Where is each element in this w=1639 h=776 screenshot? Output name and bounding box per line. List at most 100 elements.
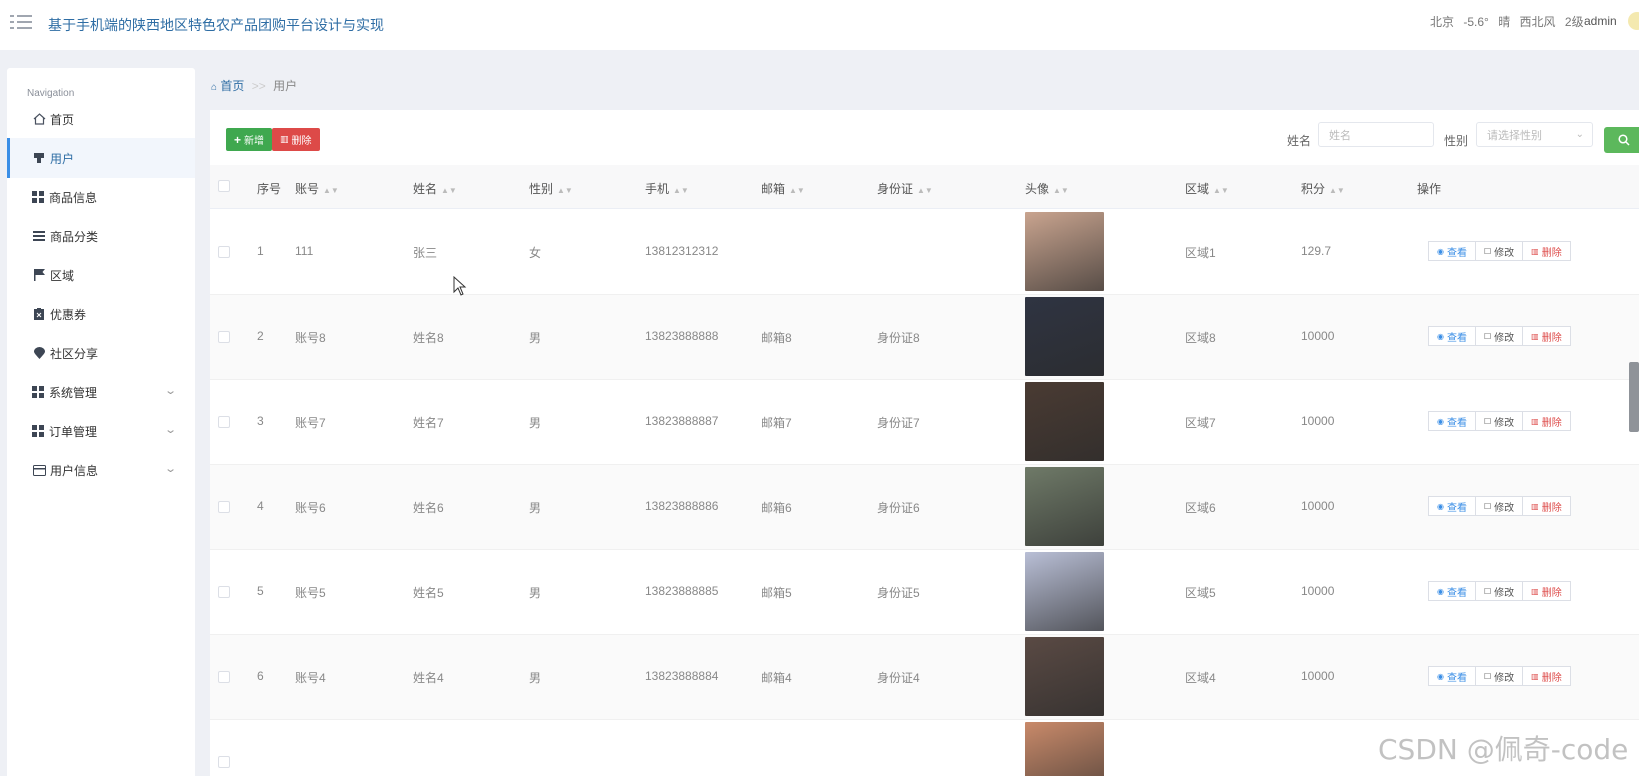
- select-all-checkbox[interactable]: [218, 180, 230, 192]
- column-header-id-card[interactable]: 身份证 ▲▼: [877, 180, 933, 197]
- sidebar-item-product-info[interactable]: 商品信息: [7, 177, 195, 217]
- row-checkbox[interactable]: [218, 501, 230, 513]
- row-checkbox[interactable]: [218, 586, 230, 598]
- edit-button[interactable]: ☐ 修改: [1474, 241, 1524, 261]
- edit-button-label: 修改: [1494, 417, 1515, 429]
- delete-button[interactable]: ▥ 删除: [272, 128, 320, 151]
- edit-button-label: 修改: [1494, 587, 1515, 599]
- cell-phone: 13823888888: [645, 329, 719, 343]
- row-checkbox[interactable]: [218, 331, 230, 343]
- column-header-actions: 操作: [1417, 182, 1442, 196]
- sidebar-item-community[interactable]: 社区分享: [7, 333, 195, 373]
- view-button-label: 查看: [1446, 587, 1467, 599]
- top-bar: 基于手机端的陕西地区特色农产品团购平台设计与实现 北京 -5.6° 晴 西北风 …: [0, 0, 1639, 50]
- view-button[interactable]: ◉ 查看: [1428, 241, 1476, 261]
- row-checkbox[interactable]: [218, 756, 230, 768]
- sidebar-item-label: 商品分类: [50, 229, 99, 244]
- chevron-down-icon: ⌄: [163, 424, 177, 436]
- edit-button[interactable]: ☐ 修改: [1474, 496, 1524, 516]
- user-avatar[interactable]: [1628, 12, 1639, 30]
- view-button[interactable]: ◉ 查看: [1428, 666, 1476, 686]
- cell-id-card: 身份证4: [877, 671, 920, 685]
- view-button[interactable]: ◉ 查看: [1428, 326, 1476, 346]
- edit-button[interactable]: ☐ 修改: [1474, 411, 1524, 431]
- column-header-name[interactable]: 姓名 ▲▼: [413, 180, 457, 197]
- column-header-account[interactable]: 账号 ▲▼: [295, 180, 339, 197]
- view-button[interactable]: ◉ 查看: [1428, 411, 1476, 431]
- edit-button[interactable]: ☐ 修改: [1474, 326, 1524, 346]
- column-header-region[interactable]: 区域 ▲▼: [1185, 180, 1229, 197]
- column-header-points[interactable]: 积分 ▲▼: [1301, 180, 1345, 197]
- sidebar-item-region[interactable]: 区域: [7, 255, 195, 295]
- sort-icon: ▲▼: [1329, 186, 1345, 195]
- avatar-image: [1025, 212, 1104, 291]
- scrollbar-thumb[interactable]: [1629, 362, 1639, 432]
- eye-icon: ◉: [1437, 671, 1444, 681]
- edit-icon: ☐: [1483, 501, 1492, 511]
- edit-button[interactable]: ☐ 修改: [1474, 666, 1524, 686]
- cell-region: 区域6: [1185, 501, 1216, 515]
- cell-account: 账号6: [295, 501, 326, 515]
- sidebar-item-product-category[interactable]: 商品分类: [7, 216, 195, 256]
- eye-icon: ◉: [1437, 331, 1444, 341]
- view-button-label: 查看: [1446, 247, 1467, 259]
- sort-icon: ▲▼: [323, 186, 339, 195]
- name-search-input[interactable]: 姓名: [1318, 122, 1434, 147]
- sidebar-item-label: 商品信息: [49, 190, 98, 205]
- breadcrumb-current: 用户: [273, 79, 298, 93]
- row-delete-button[interactable]: ▥ 删除: [1522, 666, 1571, 686]
- row-delete-button-label: 删除: [1541, 587, 1562, 599]
- grid-icon: [32, 425, 44, 437]
- cell-region: 区域7: [1185, 416, 1216, 430]
- row-delete-button[interactable]: ▥ 删除: [1522, 581, 1571, 601]
- trash-icon: ▥: [1531, 416, 1539, 426]
- view-button[interactable]: ◉ 查看: [1428, 496, 1476, 516]
- menu-toggle-icon[interactable]: [10, 13, 32, 31]
- view-button-label: 查看: [1446, 417, 1467, 429]
- add-button[interactable]: + 新增: [226, 128, 272, 151]
- weather-condition: 晴: [1498, 15, 1511, 29]
- edit-button[interactable]: ☐ 修改: [1474, 581, 1524, 601]
- column-header-email[interactable]: 邮箱 ▲▼: [761, 180, 805, 197]
- user-name[interactable]: admin: [1584, 14, 1617, 28]
- row-checkbox[interactable]: [218, 246, 230, 258]
- cell-points: 129.7: [1301, 244, 1332, 258]
- sidebar-item-user-info[interactable]: 用户信息 ⌄: [7, 450, 195, 490]
- breadcrumb-home[interactable]: ⌂ 首页: [211, 79, 248, 93]
- table-header: 序号 账号 ▲▼ 姓名 ▲▼ 性别 ▲▼ 手机 ▲▼ 邮箱 ▲▼ 身份证 ▲▼ 头像 ▲▼ 区…: [210, 165, 1639, 209]
- gender-select[interactable]: 请选择性别 ⌄: [1476, 122, 1593, 147]
- row-delete-button[interactable]: ▥ 删除: [1522, 496, 1571, 516]
- sidebar-item-orders[interactable]: 订单管理 ⌄: [7, 411, 195, 451]
- row-checkbox[interactable]: [218, 671, 230, 683]
- cell-phone: 13812312312: [645, 244, 719, 258]
- cell-account: 账号7: [295, 416, 326, 430]
- user-icon: [32, 151, 46, 165]
- sidebar-item-users[interactable]: 用户: [7, 138, 195, 178]
- search-button[interactable]: [1604, 127, 1639, 153]
- sidebar-item-system[interactable]: 系统管理 ⌄: [7, 372, 195, 412]
- sidebar-item-home[interactable]: 首页: [7, 99, 195, 139]
- column-header-avatar[interactable]: 头像 ▲▼: [1025, 180, 1069, 197]
- cell-id-card: 身份证7: [877, 416, 920, 430]
- row-checkbox[interactable]: [218, 416, 230, 428]
- sidebar-item-coupon[interactable]: 优惠券: [7, 294, 195, 334]
- row-delete-button[interactable]: ▥ 删除: [1522, 326, 1571, 346]
- eye-icon: ◉: [1437, 246, 1444, 256]
- cell-gender: 男: [529, 586, 542, 600]
- table-row: 5 账号5 姓名5 男 13823888885 邮箱5 身份证5 区域5 10000 ◉ 查看 ☐ 修改…: [210, 550, 1639, 635]
- row-delete-button-label: 删除: [1541, 502, 1562, 514]
- view-button[interactable]: ◉ 查看: [1428, 581, 1476, 601]
- edit-button-label: 修改: [1494, 332, 1515, 344]
- edit-icon: ☐: [1483, 416, 1492, 426]
- column-header-phone[interactable]: 手机 ▲▼: [645, 180, 689, 197]
- sidebar-item-label: 社区分享: [50, 346, 99, 361]
- cell-gender: 男: [529, 671, 542, 685]
- chevron-down-icon: ⌄: [163, 463, 177, 475]
- plus-icon: +: [234, 132, 242, 147]
- row-delete-button[interactable]: ▥ 删除: [1522, 411, 1571, 431]
- cell-points: 10000: [1301, 499, 1335, 513]
- chevron-down-icon: ⌄: [1575, 129, 1584, 140]
- row-delete-button[interactable]: ▥ 删除: [1522, 241, 1571, 261]
- row-actions: ◉ 查看 ☐ 修改 ▥ 删除: [1428, 411, 1571, 431]
- column-header-gender[interactable]: 性别 ▲▼: [529, 180, 573, 197]
